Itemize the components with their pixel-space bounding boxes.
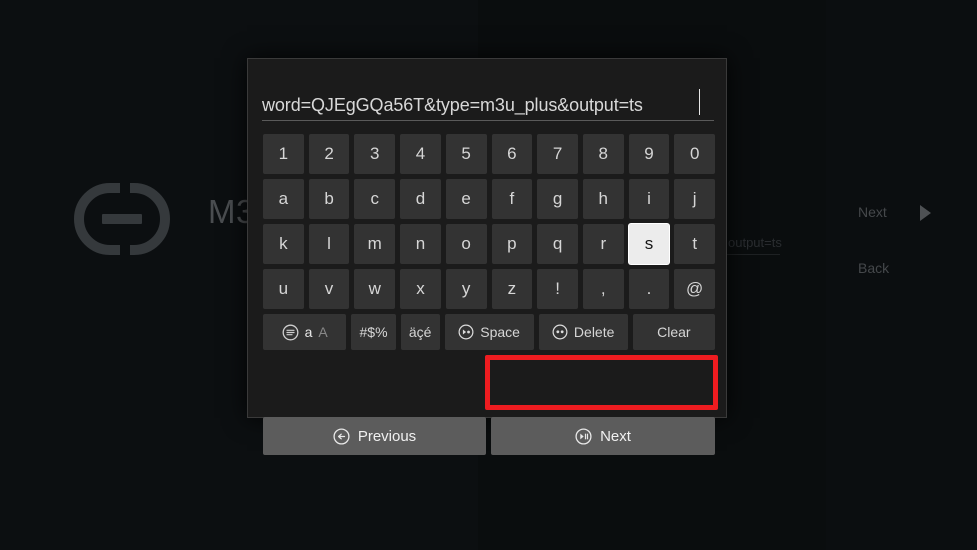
symbols-label: #$% <box>359 324 388 340</box>
key-4[interactable]: 4 <box>400 134 441 174</box>
key-6[interactable]: 6 <box>491 134 533 174</box>
screen: M3 output=ts Next Back word=QJEgGQa56T&t… <box>0 0 977 550</box>
keyboard-row-digits: 1234567890 <box>263 134 716 174</box>
circle-fastforward-icon <box>458 324 474 340</box>
next-button[interactable]: Next <box>491 417 715 455</box>
key-q[interactable]: q <box>537 224 578 264</box>
clear-key[interactable]: Clear <box>632 314 715 350</box>
key-![interactable]: ! <box>537 269 578 309</box>
key-o[interactable]: o <box>445 224 487 264</box>
accents-key[interactable]: äçé <box>400 314 440 350</box>
key-e[interactable]: e <box>445 179 487 219</box>
case-toggle-key[interactable]: aA <box>263 314 347 350</box>
keyboard-row-letters3: u v w x y z!,. @ <box>263 269 716 309</box>
key-d[interactable]: d <box>400 179 441 219</box>
link-icon <box>74 183 170 255</box>
key-@[interactable]: @ <box>674 269 716 309</box>
accents-label: äçé <box>408 324 432 340</box>
key-b[interactable]: b <box>308 179 350 219</box>
key-0[interactable]: 0 <box>674 134 716 174</box>
background-field-text: output=ts <box>728 235 782 250</box>
delete-key[interactable]: Delete <box>538 314 628 350</box>
keyboard-row-letters2: klmnopqrst <box>263 224 716 264</box>
keyboard-row-letters1: abcdefghij <box>263 179 716 219</box>
space-key[interactable]: Space <box>444 314 534 350</box>
key-7[interactable]: 7 <box>537 134 578 174</box>
key-l[interactable]: l <box>308 224 350 264</box>
key-,[interactable]: , <box>582 269 624 309</box>
key-f[interactable]: f <box>491 179 533 219</box>
key-v[interactable]: v <box>308 269 350 309</box>
key-s[interactable]: s <box>628 224 670 264</box>
key-1[interactable]: 1 <box>263 134 304 174</box>
clear-label: Clear <box>657 324 691 340</box>
key-g[interactable]: g <box>537 179 578 219</box>
key-p[interactable]: p <box>491 224 533 264</box>
key-r[interactable]: r <box>582 224 624 264</box>
background-panel-right <box>826 0 977 550</box>
symbols-key[interactable]: #$% <box>351 314 396 350</box>
case-toggle-upper: A <box>318 324 328 340</box>
circle-menu-icon <box>282 324 299 340</box>
key-5[interactable]: 5 <box>445 134 487 174</box>
key-2[interactable]: 2 <box>308 134 350 174</box>
key-y[interactable]: y <box>445 269 487 309</box>
circle-playpause-icon <box>575 427 592 445</box>
keyboard-nav-row: Previous Next <box>263 417 715 455</box>
previous-button-label: Previous <box>357 427 417 445</box>
key-x[interactable]: x <box>400 269 441 309</box>
space-label: Space <box>480 324 520 340</box>
key-n[interactable]: n <box>400 224 441 264</box>
background-back-button-label[interactable]: Back <box>858 260 889 276</box>
key-h[interactable]: h <box>582 179 624 219</box>
key-w[interactable]: w <box>354 269 396 309</box>
url-text-value: word=QJEgGQa56T&type=m3u_plus&output=ts <box>262 95 643 115</box>
key-k[interactable]: k <box>263 224 304 264</box>
key-a[interactable]: a <box>263 179 304 219</box>
next-button-label: Next <box>600 427 631 445</box>
key-j[interactable]: j <box>674 179 716 219</box>
text-caret <box>699 89 700 115</box>
delete-label: Delete <box>573 324 615 340</box>
circle-twodots-icon <box>552 324 568 340</box>
key-9[interactable]: 9 <box>628 134 670 174</box>
previous-button[interactable]: Previous <box>263 417 486 455</box>
case-toggle-lower: a <box>304 324 313 340</box>
key-3[interactable]: 3 <box>354 134 396 174</box>
play-triangle-icon <box>920 205 931 221</box>
keyboard-function-row: a A #$% äçé Space Delete Clear <box>263 314 715 350</box>
url-text-field[interactable]: word=QJEgGQa56T&type=m3u_plus&output=ts <box>262 89 714 121</box>
key-m[interactable]: m <box>354 224 396 264</box>
key-i[interactable]: i <box>628 179 670 219</box>
circle-rewind-icon <box>333 427 350 445</box>
onscreen-keyboard-dialog: word=QJEgGQa56T&type=m3u_plus&output=ts … <box>247 58 727 455</box>
key-u[interactable]: u <box>263 269 304 309</box>
keyboard-key-rows: 1 2 3 4 5 6 7 8 9 0 a b c d e f g h i j k l m n o p q r s t u v w x y z!,. @… <box>263 134 716 355</box>
text-field-underline <box>262 120 714 121</box>
key-c[interactable]: c <box>354 179 396 219</box>
background-next-button-label[interactable]: Next <box>858 204 887 220</box>
background-field-underline <box>726 254 780 255</box>
key-.[interactable]: . <box>628 269 670 309</box>
key-z[interactable]: z <box>491 269 533 309</box>
key-t[interactable]: t <box>674 224 716 264</box>
key-8[interactable]: 8 <box>582 134 624 174</box>
